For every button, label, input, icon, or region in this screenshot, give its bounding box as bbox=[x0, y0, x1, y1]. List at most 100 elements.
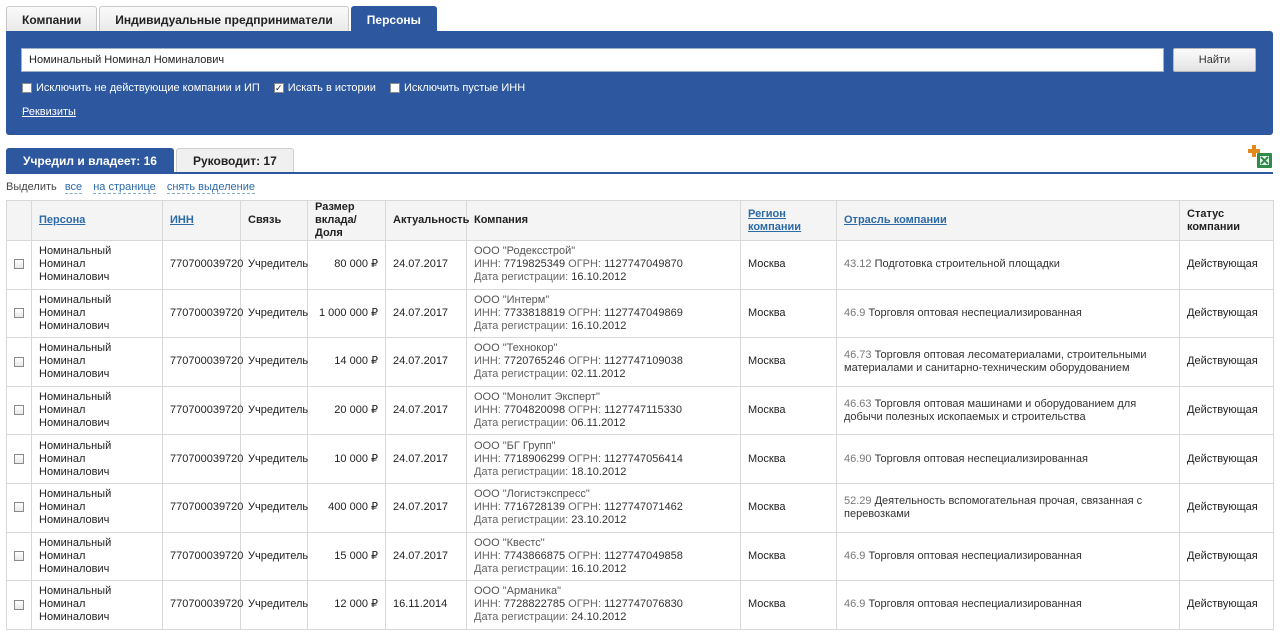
tab-founded-owns[interactable]: Учредил и владеет: 16 bbox=[6, 148, 174, 173]
company-cell[interactable]: ООО "БГ Групп" ИНН: 7718906299 ОГРН: 1127… bbox=[466, 434, 741, 484]
company-name[interactable]: ООО "Технокор" bbox=[474, 342, 733, 355]
company-ogrn: 1127747056414 bbox=[604, 452, 683, 465]
company-inn: 7733818819 bbox=[503, 306, 566, 319]
excel-export-icon[interactable] bbox=[1248, 145, 1273, 169]
option-exclude-inactive[interactable]: Исключить не действующие компании и ИП bbox=[22, 82, 260, 94]
company-reg: Дата регистрации: 18.10.2012 bbox=[474, 466, 733, 479]
row-checkbox[interactable] bbox=[14, 307, 24, 318]
company-cell[interactable]: ООО "Арманика" ИНН: 7728822785 ОГРН: 1127… bbox=[466, 580, 741, 630]
row-checkbox[interactable] bbox=[14, 599, 24, 610]
share-cell: 400 000 ₽ bbox=[307, 482, 386, 533]
inn-cell: 770700039720 bbox=[162, 580, 243, 630]
okved-code: 46.9 bbox=[844, 549, 866, 562]
person-cell[interactable]: Номинальный Номинал Номиналович bbox=[31, 288, 163, 339]
status-cell: Действующая bbox=[1179, 482, 1274, 533]
table-row[interactable]: Номинальный Номинал Номиналович 770700039… bbox=[6, 385, 1274, 436]
company-reg: Дата регистрации: 16.10.2012 bbox=[474, 271, 733, 284]
header-industry[interactable]: Отрасль компании bbox=[836, 200, 1180, 241]
search-button[interactable]: Найти bbox=[1173, 48, 1256, 72]
company-cell[interactable]: ООО "Логистэкспресс" ИНН: 7716728139 ОГРН… bbox=[466, 482, 741, 533]
status-cell: Действующая bbox=[1179, 288, 1274, 339]
company-name[interactable]: ООО "БГ Групп" bbox=[474, 440, 733, 453]
company-cell[interactable]: ООО "Квестс" ИНН: 7743866875 ОГРН: 112774… bbox=[466, 531, 741, 582]
person-cell[interactable]: Номинальный Номинал Номиналович bbox=[31, 531, 163, 582]
company-name[interactable]: ООО "Интерм" bbox=[474, 294, 733, 307]
share-cell: 80 000 ₽ bbox=[307, 240, 386, 290]
requisites-link[interactable]: Реквизиты bbox=[22, 106, 76, 118]
tab-individual-entrepreneurs[interactable]: Индивидуальные предприниматели bbox=[99, 6, 349, 32]
row-checkbox-cell bbox=[6, 482, 32, 533]
actuality-cell: 24.07.2017 bbox=[385, 288, 467, 339]
okved-code: 46.9 bbox=[844, 598, 866, 611]
share-cell: 1 000 000 ₽ bbox=[307, 288, 386, 339]
link-cell: Учредитель bbox=[240, 434, 308, 484]
header-region[interactable]: Регион компании bbox=[740, 200, 837, 241]
company-name[interactable]: ООО "Монолит Эксперт" bbox=[474, 391, 733, 404]
row-checkbox-cell bbox=[6, 531, 32, 582]
row-checkbox[interactable] bbox=[14, 453, 24, 464]
table-row[interactable]: Номинальный Номинал Номиналович 770700039… bbox=[6, 580, 1274, 630]
tab-manages[interactable]: Руководит: 17 bbox=[175, 148, 294, 173]
exclude-inactive-checkbox[interactable] bbox=[22, 83, 32, 93]
select-all-link[interactable]: все bbox=[64, 181, 83, 194]
inn-label: ИНН: bbox=[474, 258, 501, 271]
search-history-checkbox[interactable]: ✓ bbox=[273, 83, 284, 93]
table-row[interactable]: Номинальный Номинал Номиналович 770700039… bbox=[6, 288, 1274, 339]
tab-companies[interactable]: Компании bbox=[6, 6, 98, 32]
option-exclude-empty-inn[interactable]: Исключить пустые ИНН bbox=[389, 82, 525, 94]
status-cell: Действующая bbox=[1179, 580, 1274, 630]
sort-region-link[interactable]: Регион компании bbox=[748, 208, 801, 233]
table-row[interactable]: Номинальный Номинал Номиналович 770700039… bbox=[6, 531, 1274, 582]
person-cell[interactable]: Номинальный Номинал Номиналович bbox=[31, 337, 163, 387]
company-reg: Дата регистрации: 23.10.2012 bbox=[474, 514, 733, 527]
header-actuality: Актуальность bbox=[385, 200, 469, 241]
company-name[interactable]: ООО "Арманика" bbox=[474, 585, 733, 598]
company-cell[interactable]: ООО "Родексстрой" ИНН: 7719825349 ОГРН: 1… bbox=[466, 240, 741, 290]
company-cell[interactable]: ООО "Технокор" ИНН: 7720765246 ОГРН: 1127… bbox=[466, 337, 741, 387]
region-cell: Москва bbox=[740, 580, 837, 630]
table-row[interactable]: Номинальный Номинал Номиналович 770700039… bbox=[6, 434, 1274, 484]
header-share: Размер вклада/Доля bbox=[307, 200, 386, 241]
exclude-empty-inn-checkbox[interactable] bbox=[389, 83, 400, 93]
header-inn[interactable]: ИНН bbox=[162, 200, 241, 241]
row-checkbox-cell bbox=[6, 337, 32, 387]
table-row[interactable]: Номинальный Номинал Номиналович 770700039… bbox=[6, 482, 1274, 533]
company-cell[interactable]: ООО "Монолит Эксперт" ИНН: 7704820098 ОГР… bbox=[466, 385, 741, 436]
sort-person-link[interactable]: Персона bbox=[39, 214, 85, 226]
row-checkbox[interactable] bbox=[14, 259, 24, 270]
person-cell[interactable]: Номинальный Номинал Номиналович bbox=[31, 385, 163, 436]
select-page-link[interactable]: на странице bbox=[93, 181, 156, 194]
company-name[interactable]: ООО "Квестс" bbox=[474, 537, 733, 550]
person-cell[interactable]: Номинальный Номинал Номиналович bbox=[31, 434, 163, 484]
row-checkbox[interactable] bbox=[14, 356, 24, 367]
search-input[interactable] bbox=[21, 48, 1164, 72]
row-checkbox[interactable] bbox=[14, 502, 24, 513]
ogrn-label: ОГРН: bbox=[568, 501, 602, 514]
row-checkbox[interactable] bbox=[14, 405, 24, 416]
company-inn: 7743866875 bbox=[503, 549, 566, 562]
inn-label: ИНН: bbox=[474, 549, 501, 562]
reg-label: Дата регистрации: bbox=[474, 562, 569, 575]
table-row[interactable]: Номинальный Номинал Номиналович 770700039… bbox=[6, 337, 1274, 387]
sort-industry-link[interactable]: Отрасль компании bbox=[844, 214, 947, 226]
row-checkbox[interactable] bbox=[14, 550, 24, 561]
select-label: Выделить bbox=[6, 181, 57, 193]
company-name[interactable]: ООО "Родексстрой" bbox=[474, 245, 733, 258]
sort-inn-link[interactable]: ИНН bbox=[170, 214, 194, 226]
company-name[interactable]: ООО "Логистэкспресс" bbox=[474, 488, 733, 501]
company-ogrn: 1127747115330 bbox=[604, 404, 682, 417]
share-cell: 14 000 ₽ bbox=[307, 337, 386, 387]
industry-cell: 52.29 Деятельность вспомогательная проча… bbox=[836, 482, 1180, 533]
tab-persons[interactable]: Персоны bbox=[350, 6, 437, 32]
person-cell[interactable]: Номинальный Номинал Номиналович bbox=[31, 580, 163, 630]
person-cell[interactable]: Номинальный Номинал Номиналович bbox=[31, 240, 163, 290]
person-cell[interactable]: Номинальный Номинал Номиналович bbox=[31, 482, 163, 533]
reg-label: Дата регистрации: bbox=[474, 271, 569, 284]
clear-selection-link[interactable]: снять выделение bbox=[166, 181, 255, 194]
inn-label: ИНН: bbox=[474, 306, 501, 319]
company-cell[interactable]: ООО "Интерм" ИНН: 7733818819 ОГРН: 112774… bbox=[466, 288, 741, 339]
option-search-history[interactable]: ✓ Искать в истории bbox=[273, 82, 376, 94]
share-cell: 20 000 ₽ bbox=[307, 385, 386, 436]
table-row[interactable]: Номинальный Номинал Номиналович 770700039… bbox=[6, 240, 1274, 290]
header-person[interactable]: Персона bbox=[31, 200, 163, 241]
